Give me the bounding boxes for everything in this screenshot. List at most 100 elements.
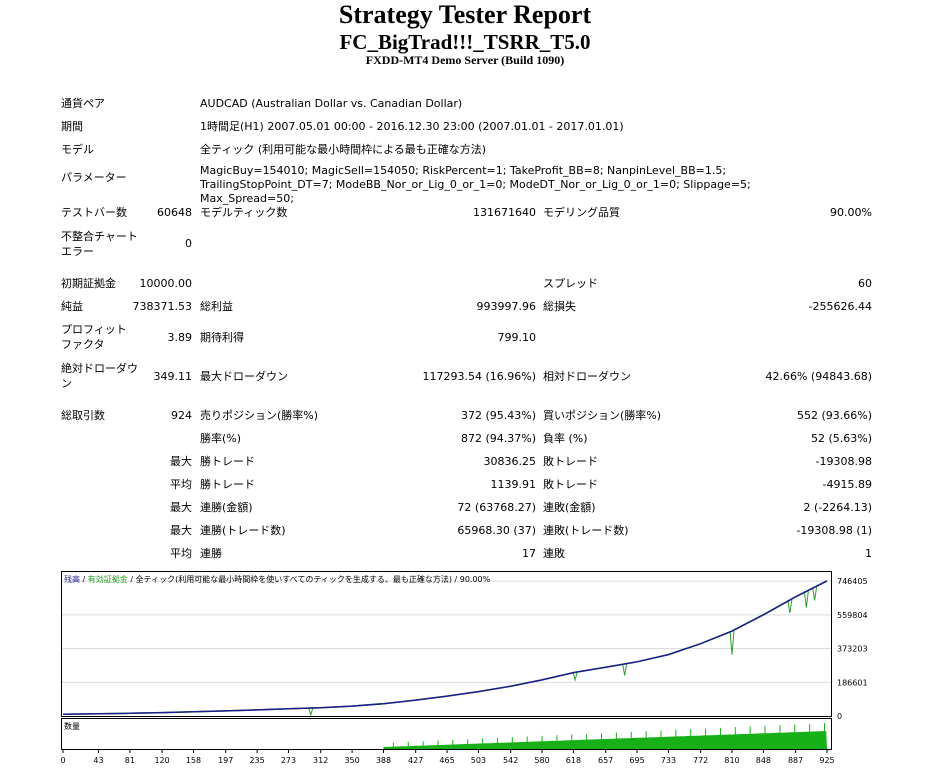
average-loss-label: 敗トレード <box>543 478 598 491</box>
deposit-label: 初期証拠金 <box>61 277 116 290</box>
abs-drawdown-value: 349.11 <box>153 370 193 383</box>
x-tick-label: 733 <box>661 756 676 765</box>
params-label: パラメーター <box>61 171 127 184</box>
long-positions-value: 552 (93.66%) <box>796 409 872 422</box>
gross-profit-label: 総利益 <box>200 300 233 313</box>
x-tick-label: 388 <box>376 756 391 765</box>
largest-win-value: 30836.25 <box>483 455 537 468</box>
legend-separator-1: / <box>80 575 88 584</box>
x-tick-label: 695 <box>629 756 644 765</box>
spread-value: 60 <box>858 277 872 290</box>
max-consecutive-label-2: 最大 <box>170 524 192 537</box>
x-tick-label: 312 <box>313 756 328 765</box>
win-rate-label: 勝率(%) <box>200 432 242 445</box>
x-tick-label: 235 <box>249 756 264 765</box>
quality-label: モデリング品質 <box>543 206 620 219</box>
volume-label: 数量 <box>64 721 80 731</box>
total-trades-label: 総取引数 <box>61 409 105 422</box>
avg-cons-losses-value: 1 <box>865 547 872 560</box>
x-tick-label: 81 <box>125 756 135 765</box>
period-value: 1時間足(H1) 2007.05.01 00:00 - 2016.12.30 2… <box>200 120 624 133</box>
ticks-value: 131671640 <box>473 206 536 219</box>
average-loss-value: -4915.89 <box>822 478 872 491</box>
deposit-value: 10000.00 <box>139 277 193 290</box>
long-positions-label: 買いポジション(勝率%) <box>543 409 662 422</box>
profit-factor-value: 3.89 <box>167 331 193 344</box>
main-plot-frame <box>61 571 832 717</box>
max-drawdown-label: 最大ドローダウン <box>200 370 288 383</box>
x-tick-label: 197 <box>218 756 233 765</box>
spread-label: スプレッド <box>543 277 598 290</box>
gross-profit-value: 993997.96 <box>476 300 537 313</box>
average-win-value: 1139.91 <box>490 478 537 491</box>
x-tick-label: 580 <box>534 756 549 765</box>
cons-loss-label: 連敗(トレード数) <box>543 524 629 537</box>
x-tick-label: 43 <box>93 756 103 765</box>
symbol-value: AUDCAD (Australian Dollar vs. Canadian D… <box>200 97 463 110</box>
net-profit-value: 738371.53 <box>132 300 193 313</box>
x-tick-label: 465 <box>439 756 454 765</box>
server-name: FXDD-MT4 Demo Server (Build 1090) <box>365 53 565 67</box>
cons-profit-value: 65968.30 (37) <box>457 524 536 537</box>
profit-factor-label: プロフィットファクタ <box>61 323 127 351</box>
report-title: Strategy Tester Report <box>338 0 592 29</box>
x-tick-labels: 0 43 81 120 158 197 235 273 312 350 388 427 465 503 54… <box>61 750 835 765</box>
x-tick-label: 427 <box>408 756 423 765</box>
cons-profit-label: 連勝(トレード数) <box>200 524 286 537</box>
y-tick-labels: 746405 559804 373203 186601 0 <box>837 577 868 721</box>
legend-rest: 全ティック(利用可能な最小時間枠を使いすべてのティックを生成する、最も正確な方法… <box>136 574 491 584</box>
largest-loss-label: 敗トレード <box>543 455 598 468</box>
y-tick-label: 0 <box>837 712 842 721</box>
largest-loss-value: -19308.98 <box>815 455 872 468</box>
abs-drawdown-label: 絶対ドローダウン <box>61 362 138 390</box>
net-profit-label: 純益 <box>61 300 83 313</box>
x-tick-label: 618 <box>566 756 581 765</box>
cons-losses-money-value: 2 (-2264.13) <box>803 501 872 514</box>
model-label: モデル <box>61 143 94 156</box>
x-tick-label: 158 <box>186 756 201 765</box>
y-tick-label: 186601 <box>837 678 868 687</box>
x-tick-label: 657 <box>598 756 613 765</box>
loss-rate-label: 負率 (%) <box>543 432 588 445</box>
legend-separator-2: / <box>128 575 136 584</box>
y-tick-label: 373203 <box>837 645 868 654</box>
bars-label: テストバー数 <box>61 206 127 219</box>
win-rate-value: 872 (94.37%) <box>460 432 536 445</box>
expert-name: FC_BigTrad!!!_TSRR_T5.0 <box>339 30 591 54</box>
x-tick-label: 542 <box>503 756 518 765</box>
x-tick-label: 350 <box>344 756 359 765</box>
short-positions-value: 372 (95.43%) <box>460 409 536 422</box>
cons-wins-money-label: 連勝(金額) <box>200 501 253 514</box>
avg-cons-wins-label: 連勝 <box>200 547 222 560</box>
x-tick-label: 925 <box>819 756 834 765</box>
avg-cons-losses-label: 連敗 <box>543 547 565 560</box>
expected-payoff-label: 期待利得 <box>200 331 244 344</box>
x-tick-label: 0 <box>61 756 66 765</box>
balance-chart: 残高 / 有効証拠金 / 全ティック(利用可能な最小時間枠を使いすべてのティック… <box>61 571 868 765</box>
period-label: 期間 <box>61 120 83 133</box>
bars-value: 60648 <box>157 206 192 219</box>
x-tick-label: 810 <box>724 756 739 765</box>
x-tick-label: 273 <box>281 756 296 765</box>
average-consecutive-label: 平均 <box>170 547 192 560</box>
cons-wins-money-value: 72 (63768.27) <box>457 501 536 514</box>
average-win-label: 勝トレード <box>200 478 255 491</box>
largest-win-label: 勝トレード <box>200 455 255 468</box>
mismatch-label: 不整合チャートエラー <box>61 230 138 258</box>
x-tick-label: 848 <box>756 756 771 765</box>
avg-cons-wins-value: 17 <box>522 547 536 560</box>
x-tick-label: 120 <box>154 756 169 765</box>
expected-payoff-value: 799.10 <box>497 331 537 344</box>
ticks-label: モデルティック数 <box>200 206 288 219</box>
cons-losses-money-label: 連敗(金額) <box>543 501 596 514</box>
cons-loss-value: -19308.98 (1) <box>796 524 872 537</box>
rel-drawdown-label: 相対ドローダウン <box>543 370 631 383</box>
gross-loss-label: 総損失 <box>543 300 576 313</box>
symbol-label: 通貨ペア <box>61 97 105 110</box>
gross-loss-value: -255626.44 <box>808 300 872 313</box>
max-drawdown-value: 117293.54 (16.96%) <box>422 370 536 383</box>
loss-rate-value: 52 (5.63%) <box>810 432 872 445</box>
mismatch-value: 0 <box>185 237 192 250</box>
largest-label: 最大 <box>170 455 192 468</box>
legend-balance: 残高 <box>64 574 80 584</box>
